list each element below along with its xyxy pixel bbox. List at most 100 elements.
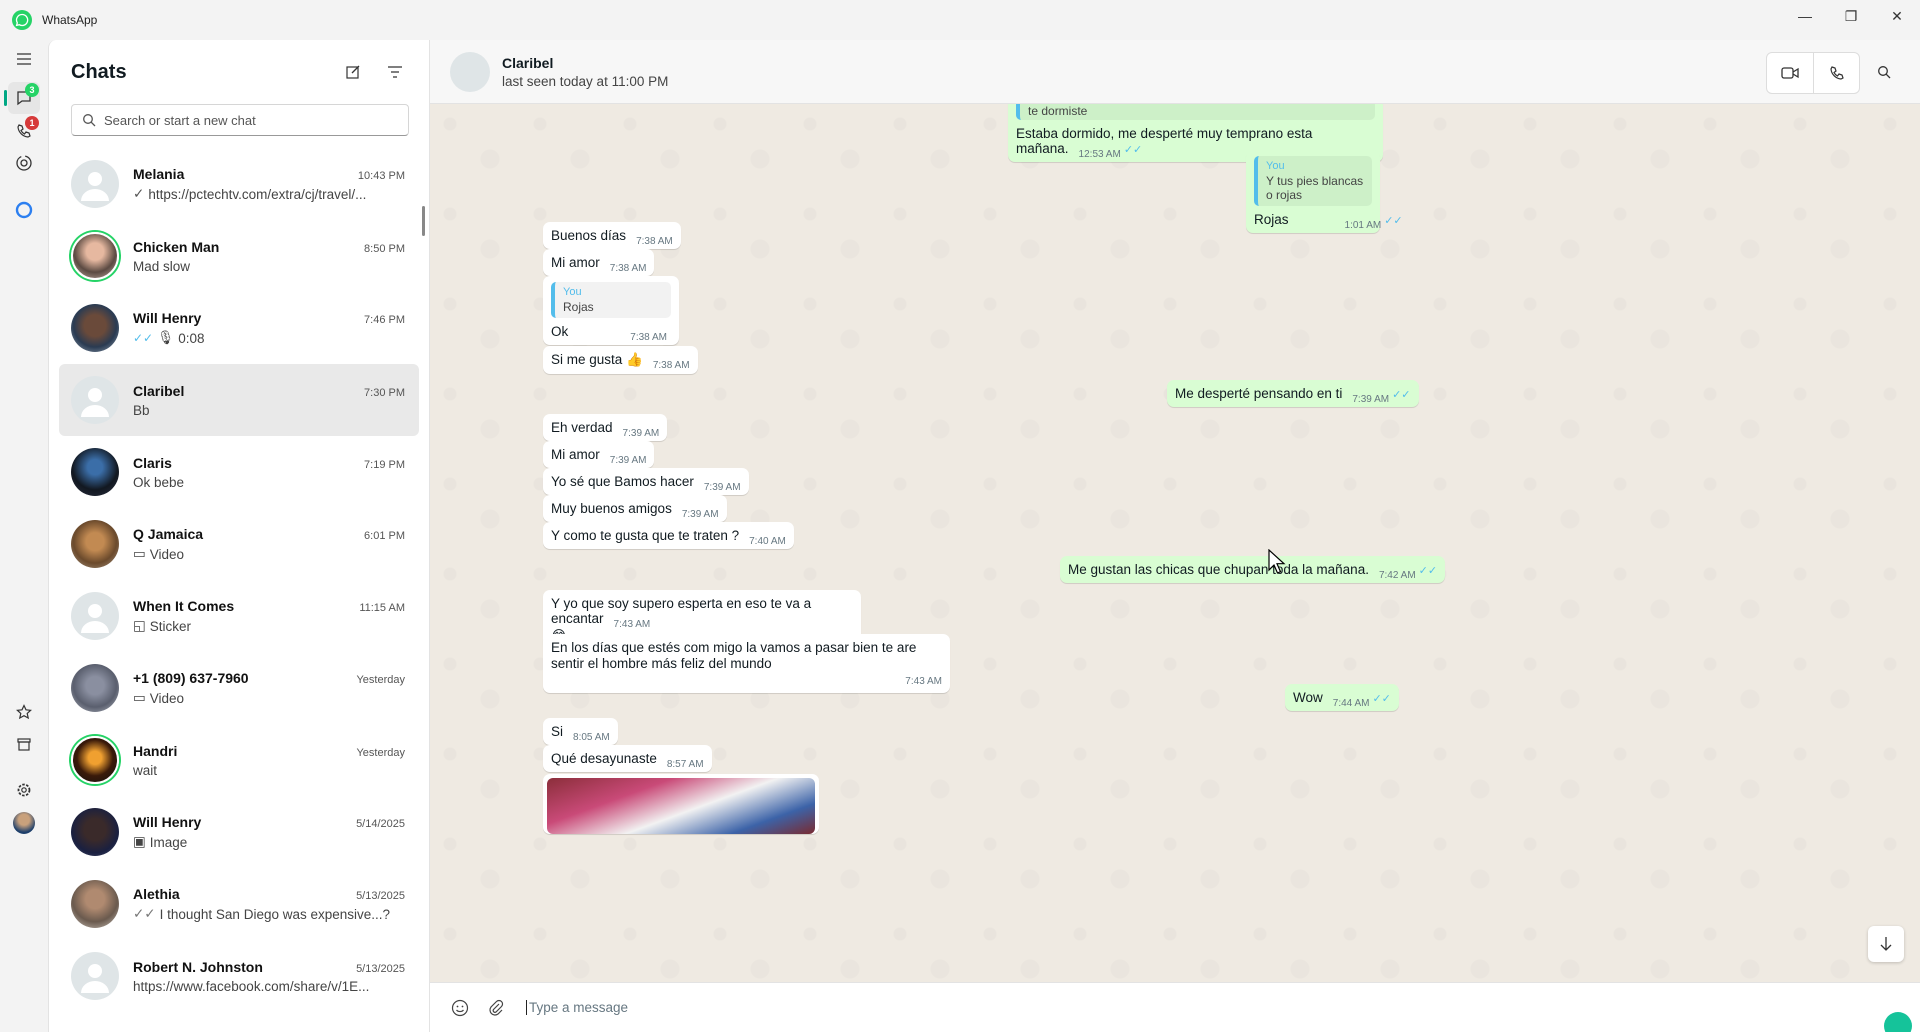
message-bubble-incoming[interactable]: Si 8:05 AM [543, 718, 618, 745]
status-icon [16, 155, 32, 171]
chat-item[interactable]: Will Henry 7:46 PM ✓✓ 🎙 0:08 [59, 292, 419, 364]
profile-avatar [13, 812, 35, 834]
filter-icon[interactable] [383, 60, 407, 84]
chat-name: Claribel [133, 382, 185, 399]
scroll-to-bottom-button[interactable] [1868, 926, 1904, 962]
contact-avatar [71, 880, 119, 928]
chat-item[interactable]: Claris 7:19 PM Ok bebe [59, 436, 419, 508]
chat-preview: I thought San Diego was expensive...? [159, 906, 391, 922]
meta-ai-icon [15, 201, 33, 219]
contact-avatar [71, 304, 119, 352]
message-text: Y como te gusta que te traten ? [551, 528, 740, 543]
message-text: Mi amor [551, 255, 600, 270]
image-message[interactable] [543, 774, 819, 834]
chat-preview: Bb [133, 402, 150, 418]
message-time: 7:43 AM [613, 619, 651, 630]
chat-preview: https://www.facebook.com/share/v/1E... [133, 978, 370, 994]
calls-nav-button[interactable]: 1 [8, 115, 40, 147]
chat-name: When It Comes [133, 598, 235, 614]
default-avatar-icon [71, 952, 119, 1000]
message-bubble-outgoing[interactable]: Me desperté pensando en ti 7:39 AM ✓✓ [1167, 380, 1419, 407]
chat-name: Will Henry [133, 310, 202, 326]
emoji-icon[interactable] [442, 990, 478, 1026]
chat-time: 8:50 PM [364, 242, 405, 255]
message-bubble-incoming[interactable]: You Rojas Ok 7:38 AM [543, 276, 679, 345]
settings-button[interactable] [8, 774, 40, 806]
sent-tick-icon: ✓ [133, 186, 145, 201]
message-time: 7:39 AM [609, 455, 647, 466]
message-bubble-incoming[interactable]: Buenos días 7:38 AM [543, 222, 681, 249]
message-time: 7:38 AM [630, 332, 667, 343]
chat-item[interactable]: Handri Yesterday wait [59, 724, 419, 796]
message-text: Wow [1293, 690, 1323, 705]
message-bubble-outgoing[interactable]: You Y tus pies blancas o rojas Rojas 1:01 … [1246, 150, 1403, 233]
conversation-header[interactable]: Claribel last seen today at 11:00 PM [430, 40, 1920, 104]
message-bubble-outgoing[interactable]: Me gustan las chicas que chupan toda la … [1060, 556, 1446, 583]
chat-item[interactable]: When It Comes 11:15 AM ◱ Sticker [59, 580, 419, 652]
chat-preview: 0:08 [178, 330, 205, 346]
menu-icon[interactable] [8, 43, 40, 75]
video-call-icon[interactable] [1767, 53, 1813, 93]
archived-button[interactable] [8, 728, 40, 760]
chat-list-title: Chats [71, 60, 127, 83]
chat-item[interactable]: Robert N. Johnston 5/13/2025 https://www.… [59, 940, 419, 1012]
message-bubble-incoming[interactable]: Mi amor 7:39 AM [543, 441, 655, 468]
chat-name: Claris [133, 454, 172, 471]
maximize-icon[interactable]: ❐ [1828, 0, 1874, 32]
message-bubble-incoming[interactable]: Si me gusta 👍 7:38 AM [543, 346, 698, 374]
chat-time: 5/13/2025 [356, 962, 405, 975]
chat-item[interactable]: Melania 10:43 PM ✓ https://pctechtv.com/ex… [59, 148, 419, 220]
chat-name: Melania [133, 166, 185, 182]
message-text: Ok [551, 324, 569, 339]
starred-messages-button[interactable] [8, 696, 40, 728]
status-nav-button[interactable] [8, 147, 40, 179]
chat-time: 11:15 AM [359, 602, 405, 614]
message-list[interactable]: te dormiste Estaba dormido, me desperté … [430, 104, 1920, 982]
contact-avatar [71, 664, 119, 712]
quoted-text: Rojas [563, 300, 594, 314]
chat-name: Handri [133, 742, 178, 759]
message-time: 8:05 AM [573, 732, 610, 743]
minimize-icon[interactable]: — [1782, 0, 1828, 32]
chat-item-selected[interactable]: Claribel 7:30 PM Bb [59, 364, 419, 436]
chat-item[interactable]: +1 (809) 637-7960 Yesterday ▭ Video [59, 652, 419, 724]
chat-item[interactable]: Chicken Man 8:50 PM Mad slow [59, 220, 419, 292]
meta-ai-button[interactable] [8, 194, 40, 226]
message-input[interactable]: Type a message [526, 1000, 628, 1015]
chat-name: +1 (809) 637-7960 [133, 670, 249, 686]
message-text: Muy buenos amigos [551, 501, 672, 516]
search-icon[interactable] [1864, 52, 1904, 92]
chat-time: Yesterday [356, 746, 405, 759]
last-seen-status: last seen today at 11:00 PM [502, 73, 669, 89]
new-chat-icon[interactable] [341, 60, 365, 84]
chat-item[interactable]: Will Henry 5/14/2025 ▣ Image [59, 796, 419, 868]
message-bubble-incoming[interactable]: En los días que estés com migo la vamos … [543, 634, 950, 693]
attach-icon[interactable] [478, 990, 514, 1026]
message-bubble-incoming[interactable]: Y como te gusta que te traten ? 7:40 AM [543, 522, 794, 549]
message-bubble-incoming[interactable]: Mi amor 7:38 AM [543, 249, 655, 276]
message-text: Yo sé que Bamos hacer [551, 474, 694, 489]
close-icon[interactable]: ✕ [1874, 0, 1920, 32]
contact-avatar [71, 232, 119, 280]
message-bubble-incoming[interactable]: Yo sé que Bamos hacer 7:39 AM [543, 468, 749, 495]
chat-name: Chicken Man [133, 238, 220, 255]
message-bubble-outgoing[interactable]: Wow 7:44 AM ✓✓ [1285, 684, 1399, 711]
chats-nav-button[interactable]: 3 [4, 82, 40, 114]
profile-button[interactable] [8, 807, 40, 839]
message-bubble-incoming[interactable]: Eh verdad 7:39 AM [543, 414, 668, 441]
chat-list-scrollbar[interactable] [422, 206, 425, 236]
grammarly-icon[interactable] [1884, 1012, 1912, 1032]
voice-call-icon[interactable] [1813, 53, 1859, 93]
message-time: 1:01 AM [1344, 220, 1382, 231]
message-time: 7:39 AM [681, 509, 719, 520]
message-bubble-incoming[interactable]: Muy buenos amigos 7:39 AM [543, 495, 727, 522]
arrow-down-icon [1880, 937, 1892, 951]
chat-item[interactable]: Q Jamaica 6:01 PM ▭ Video [59, 508, 419, 580]
message-bubble-incoming[interactable]: Qué desayunaste 8:57 AM [543, 745, 712, 772]
message-image[interactable] [547, 778, 815, 834]
message-time: 7:39 AM [703, 482, 741, 493]
chat-item[interactable]: Alethia 5/13/2025 ✓✓ I thought San Diego w… [59, 868, 419, 940]
chat-list-panel: Chats Search or start a new chat Melania… [48, 40, 430, 1032]
search-input[interactable]: Search or start a new chat [71, 104, 409, 136]
conversation-panel: Claribel last seen today at 11:00 PM te … [430, 40, 1920, 1032]
